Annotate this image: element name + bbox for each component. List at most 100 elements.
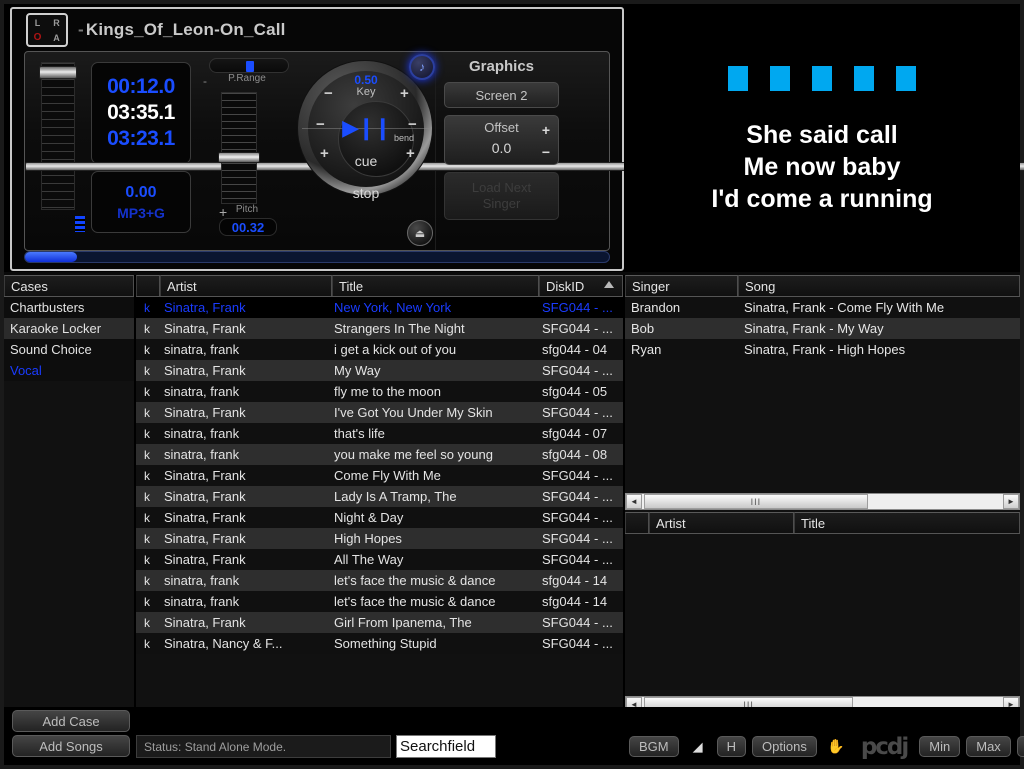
key-up-button[interactable]: +: [400, 85, 409, 102]
options-button[interactable]: Options: [752, 736, 817, 757]
rotation-header-singer[interactable]: Singer: [625, 275, 738, 296]
lyric-line: I'd come a running: [711, 185, 933, 213]
song-diskid: sfg044 - 04: [542, 342, 608, 357]
scroll-right-icon[interactable]: ►: [1003, 494, 1019, 509]
play-pause-button[interactable]: ▶❙❙: [298, 117, 434, 139]
screen-select-button[interactable]: Screen 2: [444, 82, 559, 108]
song-title: fly me to the moon: [334, 384, 441, 399]
table-row[interactable]: k sinatra, frank i get a kick out of you sf…: [136, 339, 623, 360]
track-name: Kings_Of_Leon-On_Call: [85, 20, 286, 39]
hand-icon[interactable]: ✋: [823, 736, 849, 757]
track-seek-bar[interactable]: [24, 251, 610, 263]
bottom-bar: Add Case Add Songs Status: Stand Alone M…: [4, 707, 1024, 765]
rotation-hscrollbar[interactable]: ◄ III ►: [625, 493, 1020, 510]
song-artist: Sinatra, Frank: [164, 363, 246, 378]
countdown-block: [728, 66, 748, 91]
pitch-range-label: P.Range: [228, 73, 266, 84]
case-list-item[interactable]: Vocal: [4, 360, 134, 381]
table-row[interactable]: k Sinatra, Frank All The Way SFG044 - ...: [136, 549, 623, 570]
queue-list[interactable]: [625, 534, 1020, 696]
rotation-song: Sinatra, Frank - High Hopes: [744, 342, 906, 357]
song-flag: k: [144, 300, 150, 315]
rotation-row[interactable]: Ryan Sinatra, Frank - High Hopes: [625, 339, 1020, 360]
song-flag: k: [144, 342, 150, 357]
song-diskid: SFG044 - ...: [542, 321, 613, 336]
jog-wheel[interactable]: 0.50 Key − + − − bend + + ▶❙❙ cue stop: [297, 60, 434, 201]
table-row[interactable]: k sinatra, frank that's life sfg044 - 07: [136, 423, 623, 444]
pitch-range-slider[interactable]: [209, 58, 289, 73]
maximize-button[interactable]: Max: [966, 736, 1011, 757]
queue-header-title[interactable]: Title: [794, 512, 1020, 533]
case-list-item[interactable]: Sound Choice: [4, 339, 134, 360]
rotation-header-row: Singer Song: [625, 275, 1020, 297]
rotation-scroll-track[interactable]: III: [642, 494, 1003, 509]
table-row[interactable]: k Sinatra, Nancy & F... Something Stupid SF…: [136, 633, 623, 654]
queue-header-flag[interactable]: [625, 512, 649, 533]
table-row[interactable]: k Sinatra, Frank Come Fly With Me SFG044 - …: [136, 465, 623, 486]
songs-header-flag[interactable]: [136, 275, 160, 296]
add-case-button[interactable]: Add Case: [12, 710, 130, 732]
time-display[interactable]: 00:12.0 03:35.1 03:23.1: [91, 62, 191, 164]
songs-header-artist[interactable]: Artist: [160, 275, 332, 296]
flag-icon[interactable]: ◢: [685, 736, 711, 757]
status-bar: Status: Stand Alone Mode.: [136, 735, 391, 758]
table-row[interactable]: k sinatra, frank fly me to the moon sfg044 …: [136, 381, 623, 402]
music-note-icon[interactable]: ♪: [409, 54, 435, 80]
search-input[interactable]: Searchfield: [396, 735, 496, 758]
browser-area: Cases Chartbusters Karaoke Locker Sound Ch…: [4, 275, 1020, 713]
volume-fader-track[interactable]: [41, 62, 75, 210]
table-row[interactable]: k sinatra, frank let's face the music & da…: [136, 591, 623, 612]
song-title: Night & Day: [334, 510, 404, 525]
rotation-scroll-thumb[interactable]: III: [644, 494, 868, 509]
queue-header-artist[interactable]: Artist: [649, 512, 794, 533]
pitch-fader-handle[interactable]: [218, 152, 260, 163]
table-row[interactable]: k Sinatra, Frank High Hopes SFG044 - ...: [136, 528, 623, 549]
rotation-row[interactable]: Bob Sinatra, Frank - My Way: [625, 318, 1020, 339]
table-row[interactable]: k Sinatra, Frank My Way SFG044 - ...: [136, 360, 623, 381]
volume-fader-handle[interactable]: [39, 66, 77, 79]
song-flag: k: [144, 552, 150, 567]
songs-header-diskid[interactable]: DiskID: [539, 275, 623, 296]
graphics-title: Graphics: [468, 58, 535, 75]
case-list-item[interactable]: Chartbusters: [4, 297, 134, 318]
table-row[interactable]: k Sinatra, Frank I've Got You Under My Ski…: [136, 402, 623, 423]
pitch-range-knob[interactable]: [246, 61, 254, 72]
table-row[interactable]: k Sinatra, Frank Strangers In The Night SFG…: [136, 318, 623, 339]
song-title: Lady Is A Tramp, The: [334, 489, 457, 504]
songs-header-title[interactable]: Title: [332, 275, 539, 296]
key-label: Key: [356, 86, 376, 98]
rotation-row[interactable]: Brandon Sinatra, Frank - Come Fly With Me: [625, 297, 1020, 318]
volume-column: [25, 52, 1024, 250]
table-row[interactable]: k Sinatra, Frank Girl From Ipanema, The SFG…: [136, 612, 623, 633]
lra-r: R: [53, 17, 60, 28]
cases-header[interactable]: Cases: [4, 275, 134, 296]
bgm-button[interactable]: BGM: [629, 736, 679, 757]
minimize-button[interactable]: Min: [919, 736, 961, 757]
table-row[interactable]: k Sinatra, Frank Lady Is A Tramp, The SFG04…: [136, 486, 623, 507]
rotation-list[interactable]: Brandon Sinatra, Frank - Come Fly With Me…: [625, 297, 1020, 493]
rotation-header-song[interactable]: Song: [738, 275, 1020, 296]
table-row[interactable]: k sinatra, frank let's face the music & da…: [136, 570, 623, 591]
cue-button[interactable]: cue: [298, 153, 434, 169]
pitch-fader-track[interactable]: [221, 92, 257, 204]
key-down-button[interactable]: −: [324, 85, 333, 102]
offset-minus-button[interactable]: −: [542, 144, 550, 160]
song-flag: k: [144, 321, 150, 336]
table-row[interactable]: k Sinatra, Frank New York, New York SFG044 …: [136, 297, 623, 318]
eject-icon[interactable]: ⏏: [407, 220, 433, 246]
countdown-block: [812, 66, 832, 91]
rotation-song: Sinatra, Frank - Come Fly With Me: [744, 300, 945, 315]
song-diskid: sfg044 - 14: [542, 573, 608, 588]
add-songs-button[interactable]: Add Songs: [12, 735, 130, 757]
cases-list[interactable]: Chartbusters Karaoke Locker Sound Choice Vo…: [4, 297, 134, 381]
table-row[interactable]: k sinatra, frank you make me feel so young…: [136, 444, 623, 465]
offset-plus-button[interactable]: +: [542, 122, 550, 138]
songs-list[interactable]: k Sinatra, Frank New York, New York SFG044 …: [136, 297, 623, 654]
exit-button[interactable]: Exit: [1016, 736, 1024, 757]
song-title: i get a kick out of you: [334, 342, 457, 357]
case-list-item[interactable]: Karaoke Locker: [4, 318, 134, 339]
scroll-left-icon[interactable]: ◄: [626, 494, 642, 509]
table-row[interactable]: k Sinatra, Frank Night & Day SFG044 - ...: [136, 507, 623, 528]
stop-button[interactable]: stop: [298, 185, 434, 201]
h-button[interactable]: H: [716, 736, 747, 757]
